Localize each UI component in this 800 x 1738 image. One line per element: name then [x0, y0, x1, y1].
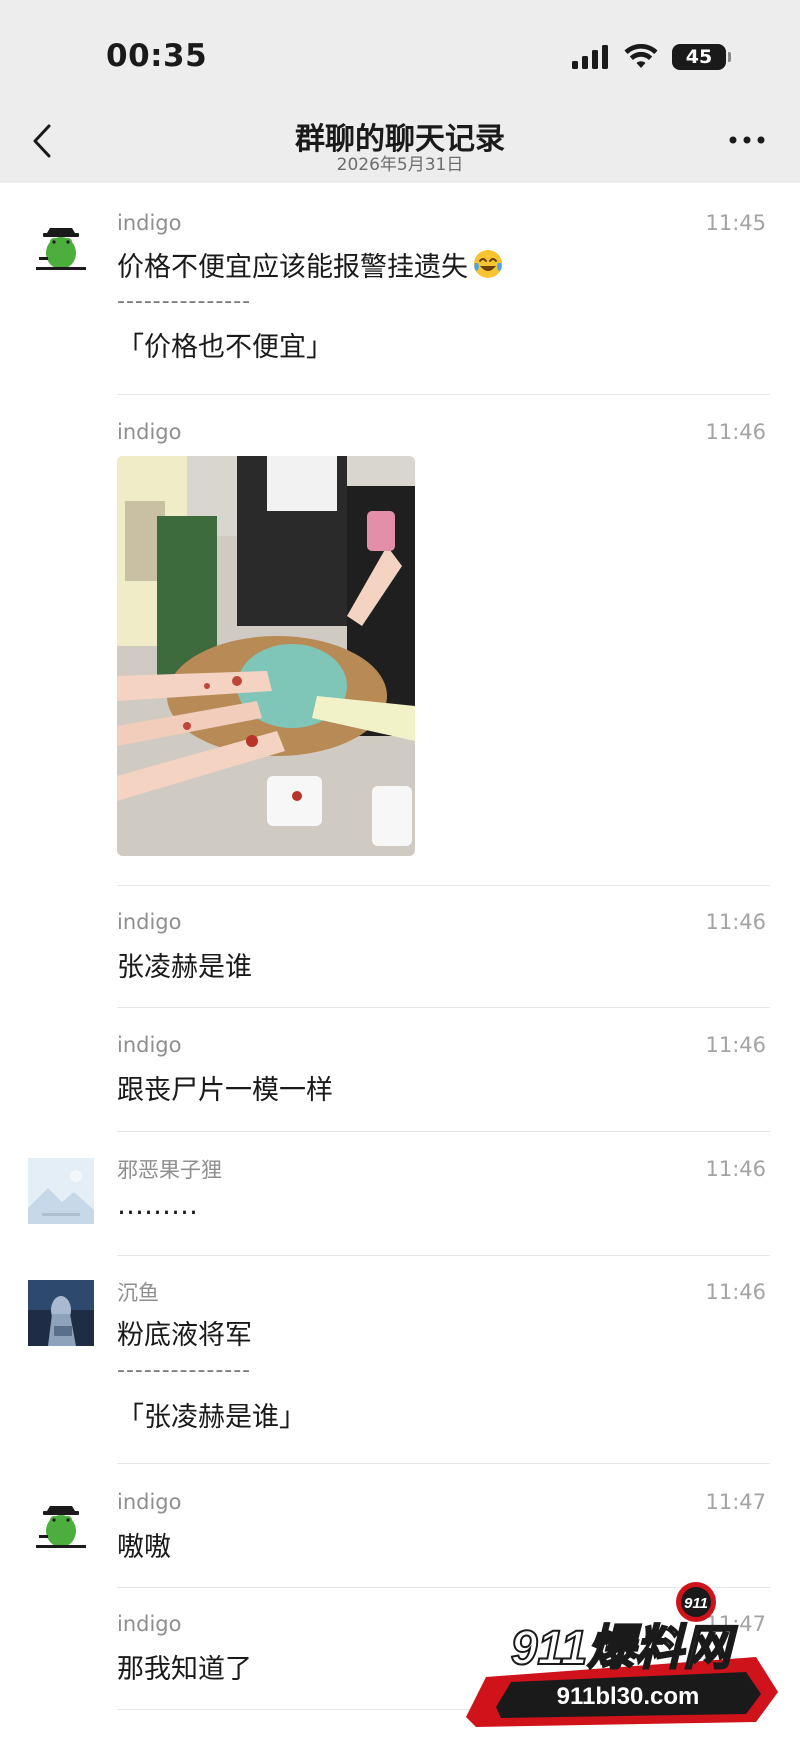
message-time: 11:46 [705, 420, 766, 444]
message-time: 11:46 [705, 910, 766, 934]
avatar[interactable] [28, 1158, 94, 1224]
message-text: 那我知道了 [117, 1654, 252, 1685]
status-time: 00:35 [106, 38, 208, 74]
watermark-url: 911bl30.com [557, 1683, 700, 1710]
top-bar: 00:35 45 群聊的聊天记录 2026年5月31日 [0, 0, 800, 183]
page-subtitle-date: 2026年5月31日 [336, 155, 464, 175]
photo-hands-around-bag-image [117, 456, 415, 856]
dark-figure-avatar-icon [28, 1280, 94, 1346]
message-item[interactable]: indigo 11:47 嗷嗷 [0, 1463, 800, 1588]
message-text: ……… [117, 1190, 198, 1221]
message-item[interactable]: indigo 11:46 跟丧尸片一模一样 [0, 1008, 800, 1133]
sender-name: 邪恶果子狸 [117, 1158, 222, 1182]
message-item[interactable]: indigo 11:45 价格不便宜应该能报警挂遗失 -------------… [0, 183, 800, 398]
tears-of-joy-emoji-icon [474, 250, 502, 278]
message-text: 价格不便宜应该能报警挂遗失 [117, 245, 504, 284]
watermark-911-logo-icon: 911 911爆料网 911bl30.com [466, 1582, 778, 1727]
message-time: 11:46 [705, 1033, 766, 1057]
watermark-badge: 911 [684, 1595, 708, 1612]
cellular-signal-icon [572, 45, 608, 69]
battery-indicator: 45 [672, 44, 731, 70]
frog-cowboy-avatar-icon [28, 1491, 94, 1557]
message-item[interactable]: 邪恶果子狸 11:46 ……… [0, 1132, 800, 1256]
message-text: 跟丧尸片一模一样 [117, 1075, 333, 1106]
message-time: 11:46 [705, 1280, 766, 1304]
sender-name: indigo [117, 420, 182, 444]
quoted-message[interactable]: 「张凌赫是谁」 [117, 1395, 306, 1434]
message-item[interactable]: 沉鱼 11:46 粉底液将军 --------------- 「张凌赫是谁」 [0, 1255, 800, 1465]
sender-name: indigo [117, 1612, 182, 1636]
quote-divider: --------------- [117, 1358, 252, 1383]
landscape-placeholder-avatar-icon [28, 1158, 94, 1224]
quoted-message[interactable]: 「价格也不便宜」 [117, 325, 333, 364]
more-options-button[interactable] [724, 125, 770, 155]
message-text: 嗷嗷 [117, 1532, 171, 1563]
wifi-icon [624, 44, 658, 68]
sender-name: indigo [117, 211, 182, 235]
message-item[interactable]: indigo 11:46 张凌赫是谁 [0, 885, 800, 1008]
message-text: 粉底液将军 [117, 1320, 252, 1351]
avatar[interactable] [28, 1491, 94, 1557]
quote-divider: --------------- [117, 289, 252, 314]
watermark-brand: 911爆料网 [511, 1622, 739, 1675]
avatar[interactable] [28, 213, 94, 279]
sender-name: indigo [117, 1490, 182, 1514]
watermark-logo: 911 911爆料网 911bl30.com [456, 1582, 786, 1732]
message-text: 张凌赫是谁 [117, 952, 252, 983]
sender-name: 沉鱼 [117, 1281, 159, 1305]
message-time: 11:46 [705, 1157, 766, 1181]
message-time: 11:45 [705, 211, 766, 235]
avatar[interactable] [28, 1280, 94, 1346]
sender-name: indigo [117, 1033, 182, 1057]
message-time: 11:47 [705, 1490, 766, 1514]
message-item[interactable]: indigo 11:46 [0, 395, 800, 886]
photo-message[interactable] [117, 456, 415, 856]
sender-name: indigo [117, 910, 182, 934]
battery-level: 45 [685, 46, 713, 68]
message-text-content: 价格不便宜应该能报警挂遗失 [117, 252, 468, 283]
more-dots-icon [729, 136, 765, 144]
status-icons: 45 [572, 44, 731, 70]
frog-cowboy-avatar-icon [28, 213, 94, 279]
